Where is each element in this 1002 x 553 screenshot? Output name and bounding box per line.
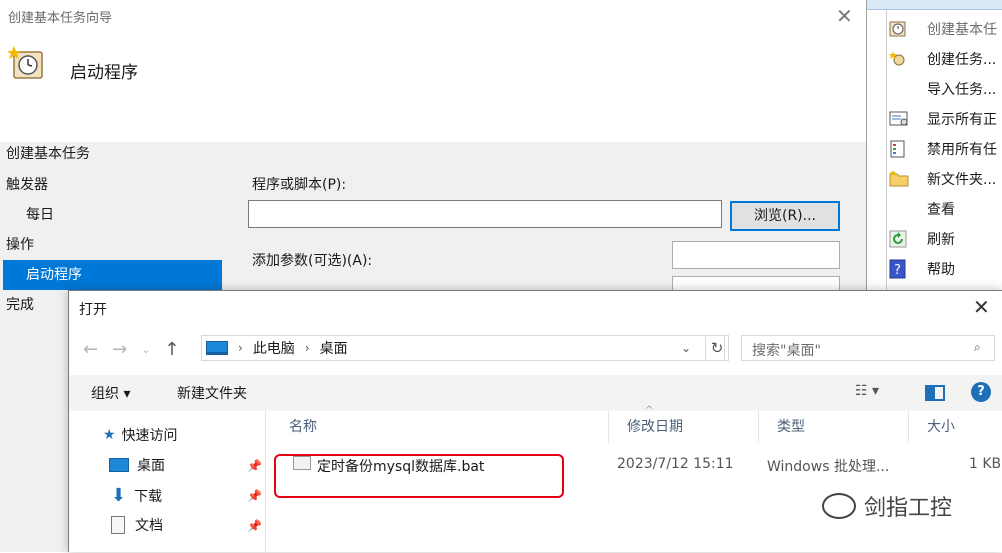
clock-task-icon [8, 46, 43, 79]
organize-button[interactable]: 组织 ▾ [91, 383, 130, 403]
tree-item-desktop[interactable]: 桌面 [109, 455, 165, 475]
watermark: 剑指工控 [822, 490, 952, 522]
forward-arrow-icon[interactable]: → [112, 339, 127, 360]
preview-pane-icon[interactable] [925, 385, 945, 401]
refresh-icon [889, 229, 911, 249]
wizard-title: 创建基本任务向导 [8, 11, 113, 26]
file-modified: 2023/7/12 15:11 [617, 456, 734, 472]
action-label: 刷新 [927, 232, 955, 248]
pin-icon[interactable]: 📌 [247, 489, 262, 503]
tree-item-documents[interactable]: 文档 [111, 515, 163, 535]
star-icon: ★ [103, 427, 116, 443]
breadcrumb-desktop[interactable]: 桌面 [320, 338, 348, 358]
action-pane-header [867, 0, 1002, 10]
tree-item-quick-access[interactable]: ★ 快速访问 [103, 425, 178, 445]
tree-item-downloads[interactable]: ⬇ 下载 [111, 485, 162, 506]
action-new-folder[interactable]: 新文件夹... [889, 164, 1002, 194]
args-label: 添加参数(可选)(A): [252, 253, 373, 269]
download-icon: ⬇ [111, 485, 127, 506]
new-folder-button[interactable]: 新建文件夹 [177, 383, 247, 403]
program-input[interactable] [248, 200, 722, 228]
task-wizard-icon [889, 19, 911, 39]
navigation-buttons: ← → ⌄ ↑ [83, 339, 180, 360]
step-action[interactable]: 操作 [0, 230, 222, 260]
column-type[interactable]: 类型 [759, 411, 909, 443]
action-import-task[interactable]: 导入任务... [889, 74, 1002, 104]
file-list-header: ^ 名称 修改日期 类型 大小 [271, 405, 1002, 443]
action-create-basic-task[interactable]: 创建基本任 [889, 14, 1002, 44]
file-size: 1 KB [969, 456, 1002, 472]
tree-label: 桌面 [137, 458, 165, 474]
wechat-icon [822, 493, 856, 519]
dialog-title: 打开 [79, 302, 107, 318]
disable-history-icon [889, 139, 911, 159]
action-label: 导入任务... [927, 82, 997, 98]
wizard-header: 启动程序 [0, 32, 866, 142]
column-modified[interactable]: 修改日期 [609, 411, 759, 443]
action-label: 查看 [927, 202, 955, 218]
refresh-icon[interactable]: ↻ [705, 335, 729, 361]
address-bar[interactable]: › 此电脑 › 桌面 [201, 335, 725, 361]
dialog-toolbar: 组织 ▾ 新建文件夹 ☷ ▾ ? [69, 375, 1002, 411]
tree-label: 文档 [135, 518, 163, 534]
wizard-nav-heading: 创建基本任务 [6, 146, 90, 162]
action-disable-history[interactable]: 禁用所有任 [889, 134, 1002, 164]
annotation-highlight-box [274, 454, 564, 498]
tree-label: 下载 [134, 488, 163, 505]
search-input[interactable]: 搜索"桌面" ⌕ [741, 335, 995, 361]
create-task-icon [889, 49, 911, 69]
wizard-close-icon[interactable]: ✕ [836, 4, 853, 28]
folder-icon [889, 169, 911, 189]
help-icon: ? [889, 259, 911, 279]
address-dropdown-icon[interactable]: ⌄ [681, 335, 691, 361]
desktop-icon [109, 458, 129, 472]
up-arrow-icon[interactable]: ↑ [164, 339, 179, 360]
action-label: 创建基本任 [927, 22, 997, 38]
breadcrumb-chevron-icon[interactable]: › [238, 341, 243, 355]
scrollbar[interactable] [867, 10, 887, 290]
wizard-titlebar: 创建基本任务向导 ✕ [0, 0, 866, 32]
action-create-task[interactable]: 创建任务... [889, 44, 1002, 74]
back-arrow-icon[interactable]: ← [83, 339, 98, 360]
action-label: 新文件夹... [927, 172, 997, 188]
action-help[interactable]: ? 帮助 [889, 254, 1002, 284]
search-icon: ⌕ [974, 340, 981, 354]
action-label: 禁用所有任 [927, 142, 997, 158]
view-options-icon[interactable]: ☷ ▾ [855, 383, 879, 399]
column-name[interactable]: 名称 [271, 411, 609, 443]
file-type: Windows 批处理... [767, 459, 890, 475]
pin-icon[interactable]: 📌 [247, 459, 262, 473]
action-show-running[interactable]: 显示所有正 [889, 104, 1002, 134]
action-label: 创建任务... [927, 52, 997, 68]
computer-icon [206, 341, 228, 355]
step-trigger[interactable]: 触发器 [0, 170, 222, 200]
step-start-program[interactable]: 启动程序 [3, 260, 222, 290]
action-label: 显示所有正 [927, 112, 997, 128]
breadcrumb-this-pc[interactable]: 此电脑 [253, 338, 295, 358]
program-label: 程序或脚本(P): [252, 177, 347, 193]
navigation-tree: ★ 快速访问 桌面 📌 ⬇ 下载 📌 文档 📌 [69, 411, 269, 553]
running-tasks-icon [889, 109, 911, 129]
args-input[interactable] [672, 241, 840, 269]
recent-chevron-icon[interactable]: ⌄ [141, 343, 150, 356]
help-icon[interactable]: ? [971, 382, 991, 402]
step-daily[interactable]: 每日 [0, 200, 222, 230]
browse-button[interactable]: 浏览(R)... [730, 201, 840, 231]
column-size[interactable]: 大小 [909, 411, 1002, 443]
action-list: 创建基本任 创建任务... 导入任务... 显示所有正 禁用所有任 新文件夹..… [889, 14, 1002, 284]
action-refresh[interactable]: 刷新 [889, 224, 1002, 254]
action-view[interactable]: 查看 [889, 194, 1002, 224]
pin-icon[interactable]: 📌 [247, 519, 262, 533]
tree-label: 快速访问 [121, 428, 178, 444]
watermark-text: 剑指工控 [864, 496, 953, 521]
dialog-close-icon[interactable]: ✕ [973, 295, 990, 319]
breadcrumb-chevron-icon[interactable]: › [305, 341, 310, 355]
document-icon [111, 516, 125, 534]
page-title: 启动程序 [70, 63, 138, 83]
search-placeholder: 搜索"桌面" [752, 343, 821, 359]
action-label: 帮助 [927, 262, 955, 278]
svg-text:?: ? [894, 263, 901, 278]
